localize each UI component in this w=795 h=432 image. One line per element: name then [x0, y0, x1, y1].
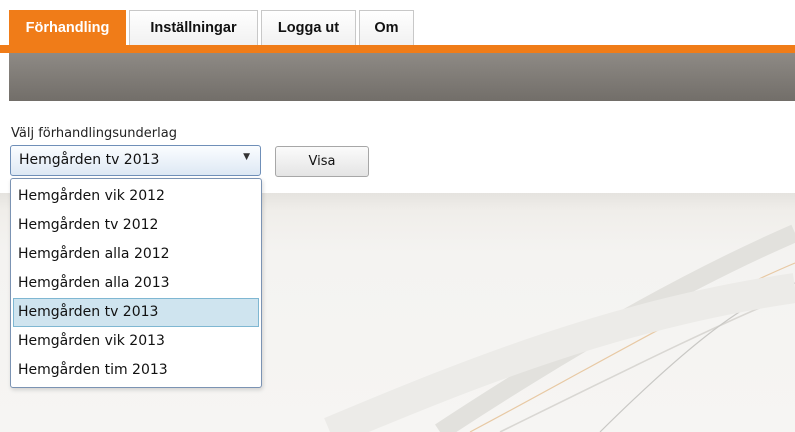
option-item[interactable]: Hemgården tv 2012: [13, 211, 259, 240]
tab-om[interactable]: Om: [359, 10, 414, 45]
chevron-down-icon: ▼: [243, 152, 250, 162]
option-item[interactable]: Hemgården tim 2013: [13, 356, 259, 385]
underlag-select[interactable]: Hemgården tv 2013 ▼: [10, 145, 261, 176]
form-label: Välj förhandlingsunderlag: [11, 126, 177, 141]
option-item[interactable]: Hemgården vik 2013: [13, 327, 259, 356]
option-item[interactable]: Hemgården alla 2013: [13, 269, 259, 298]
option-item-selected[interactable]: Hemgården tv 2013: [13, 298, 259, 327]
option-item[interactable]: Hemgården alla 2012: [13, 240, 259, 269]
select-value: Hemgården tv 2013: [19, 152, 160, 168]
tab-logga-ut[interactable]: Logga ut: [261, 10, 356, 45]
option-item[interactable]: Hemgården vik 2012: [13, 182, 259, 211]
header-band: [9, 53, 795, 101]
visa-button[interactable]: Visa: [275, 146, 369, 177]
tab-underline: [0, 45, 795, 53]
tab-forhandling[interactable]: Förhandling: [9, 10, 126, 45]
tab-bar: Förhandling Inställningar Logga ut Om: [0, 0, 795, 46]
options-dropdown: Hemgården vik 2012 Hemgården tv 2012 Hem…: [10, 178, 262, 388]
tab-installningar[interactable]: Inställningar: [129, 10, 258, 45]
